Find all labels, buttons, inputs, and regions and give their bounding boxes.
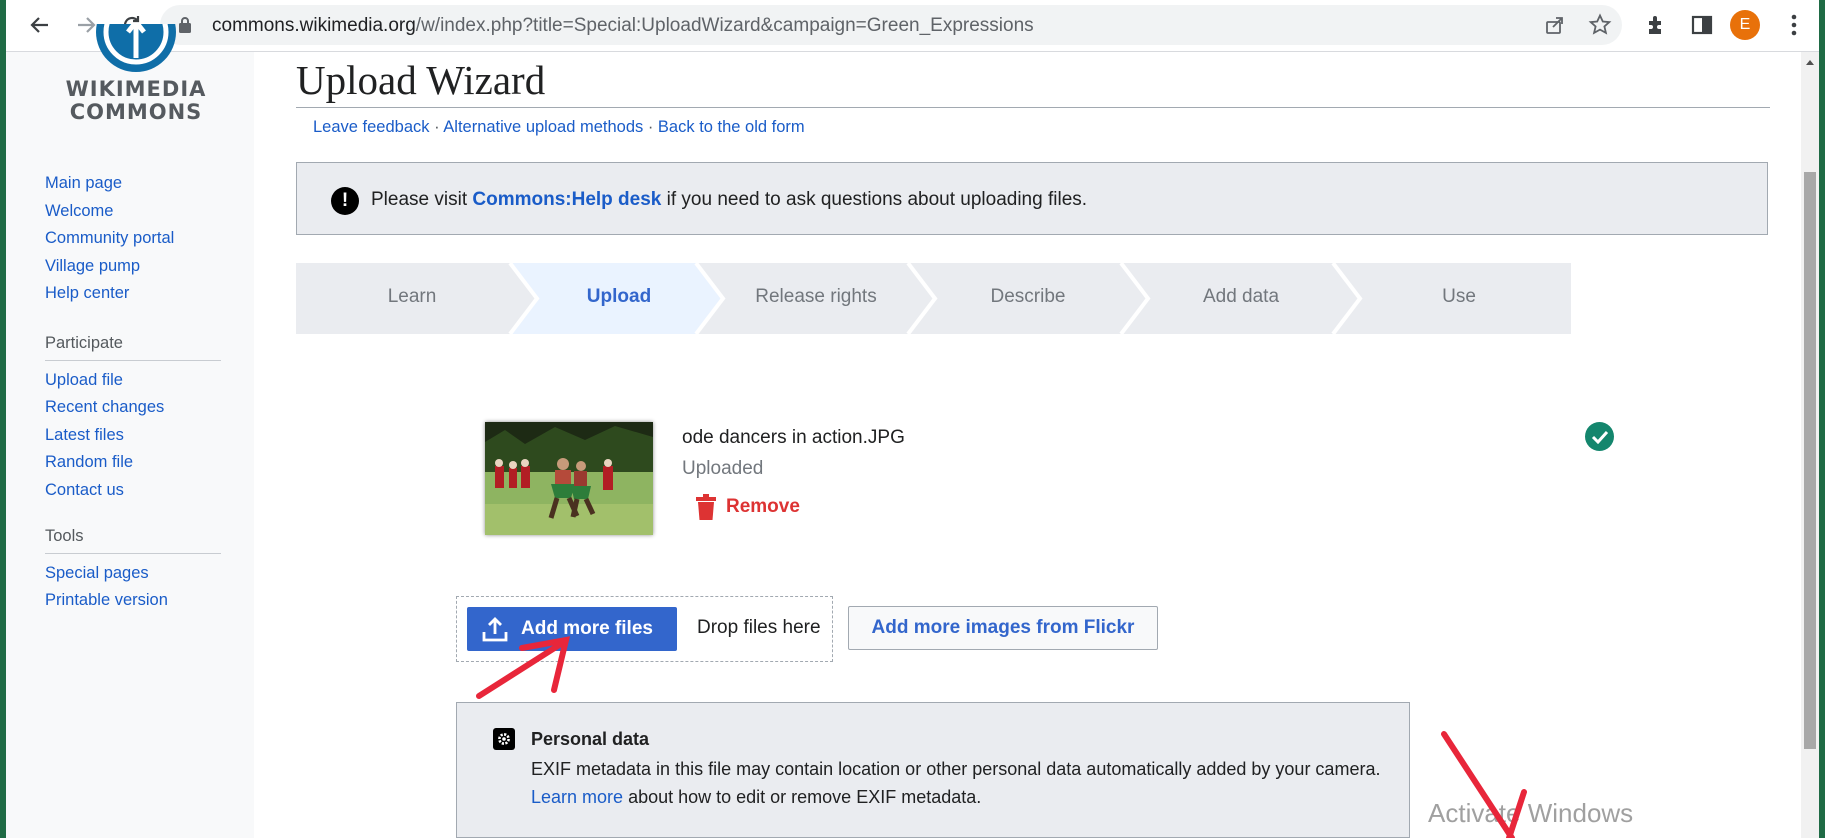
- leave-feedback-link[interactable]: Leave feedback: [313, 118, 430, 136]
- nav-printable-version[interactable]: Printable version: [45, 587, 221, 615]
- logo-wordmark: WIKIMEDIA COMMONS: [56, 78, 216, 124]
- bookmark-star-icon[interactable]: [1588, 13, 1612, 42]
- profile-avatar[interactable]: E: [1730, 10, 1760, 40]
- nav-random-file[interactable]: Random file: [45, 449, 221, 477]
- scroll-up-arrow-icon[interactable]: [1803, 56, 1817, 70]
- nav-participate: Participate Upload file Recent changes L…: [45, 330, 221, 504]
- add-from-flickr-button[interactable]: Add more images from Flickr: [848, 606, 1158, 650]
- link-separator: ·: [429, 118, 444, 136]
- add-more-files-button[interactable]: Add more files: [467, 607, 677, 651]
- help-notice: ! Please visit Commons:Help desk if you …: [296, 162, 1768, 235]
- page: WIKIMEDIA COMMONS Main page Welcome Comm…: [6, 24, 1819, 838]
- browser-window: commons.wikimedia.org/w/index.php?title=…: [6, 0, 1819, 838]
- browser-toolbar: commons.wikimedia.org/w/index.php?title=…: [6, 0, 1819, 52]
- nav-contact-us[interactable]: Contact us: [45, 477, 221, 505]
- help-desk-link[interactable]: Commons:Help desk: [472, 189, 661, 210]
- menu-kebab-icon[interactable]: [1778, 9, 1810, 41]
- nav-special-pages[interactable]: Special pages: [45, 560, 221, 588]
- settings-gear-icon: [493, 728, 515, 750]
- tools-heading: Tools: [45, 527, 84, 545]
- add-more-files-label: Add more files: [521, 618, 653, 639]
- url-text[interactable]: commons.wikimedia.org/w/index.php?title=…: [212, 15, 1034, 37]
- commons-logo-icon: [96, 24, 176, 72]
- top-links: Leave feedback · Alternative upload meth…: [313, 118, 805, 137]
- divider: [45, 552, 221, 554]
- nav-upload-file[interactable]: Upload file: [45, 367, 221, 395]
- exclamation-icon: !: [331, 187, 359, 215]
- nav-community-portal[interactable]: Community portal: [45, 225, 174, 253]
- link-separator: ·: [643, 118, 658, 136]
- step-add-data: Add data: [1202, 286, 1280, 307]
- title-underline: [296, 107, 1770, 108]
- side-panel-icon[interactable]: [1686, 9, 1718, 41]
- notice-text: Please visit Commons:Help desk if you ne…: [371, 189, 1088, 210]
- wikimedia-commons-logo[interactable]: WIKIMEDIA COMMONS: [56, 24, 216, 188]
- step-release-rights: Release rights: [755, 286, 877, 307]
- file-status: Uploaded: [682, 458, 764, 479]
- learn-more-link[interactable]: Learn more: [531, 787, 623, 807]
- upload-icon: [482, 617, 508, 642]
- wizard-steps: Learn Upload Release rights Describe Add…: [296, 263, 1571, 334]
- drop-zone[interactable]: Add more files Drop files here: [456, 596, 833, 662]
- trash-icon: [696, 494, 716, 520]
- logo-line-commons: COMMONS: [69, 100, 203, 124]
- step-learn: Learn: [387, 286, 437, 307]
- extensions-icon[interactable]: [1640, 9, 1672, 41]
- personal-data-text: EXIF metadata in this file may contain l…: [531, 759, 1381, 807]
- old-form-link[interactable]: Back to the old form: [658, 118, 805, 136]
- file-name: ode dancers in action.JPG: [682, 427, 905, 448]
- nav-village-pump[interactable]: Village pump: [45, 253, 174, 281]
- nav-help-center[interactable]: Help center: [45, 280, 174, 308]
- sidebar: WIKIMEDIA COMMONS Main page Welcome Comm…: [6, 24, 255, 838]
- divider: [45, 359, 221, 361]
- step-describe: Describe: [990, 286, 1066, 307]
- upload-success-check-icon: [1585, 422, 1614, 451]
- main-content: Upload Wizard Leave feedback · Alternati…: [254, 52, 1819, 838]
- step-upload: Upload: [586, 286, 652, 307]
- remove-label: Remove: [726, 496, 800, 517]
- nav-tools: Tools Special pages Printable version: [45, 523, 221, 615]
- nav-main: Main page Welcome Community portal Villa…: [45, 170, 174, 308]
- nav-latest-files[interactable]: Latest files: [45, 422, 221, 450]
- nav-main-page[interactable]: Main page: [45, 170, 174, 198]
- personal-data-title: Personal data: [531, 729, 650, 749]
- back-icon[interactable]: [24, 9, 56, 41]
- logo-line-wikimedia: WIKIMEDIA: [65, 77, 207, 101]
- share-icon[interactable]: [1544, 14, 1566, 41]
- drop-files-label: Drop files here: [697, 617, 821, 638]
- step-use: Use: [1442, 286, 1476, 307]
- participate-heading: Participate: [45, 334, 123, 352]
- file-thumbnail: [485, 422, 653, 535]
- nav-recent-changes[interactable]: Recent changes: [45, 394, 221, 422]
- personal-data-notice: Personal data EXIF metadata in this file…: [456, 702, 1410, 838]
- alternative-upload-link[interactable]: Alternative upload methods: [443, 118, 643, 136]
- page-title: Upload Wizard: [296, 57, 546, 103]
- activate-windows-watermark: Activate Windows: [1428, 798, 1634, 828]
- nav-welcome[interactable]: Welcome: [45, 198, 174, 226]
- address-bar[interactable]: commons.wikimedia.org/w/index.php?title=…: [160, 5, 1622, 45]
- remove-button[interactable]: Remove: [696, 492, 800, 522]
- scrollbar-thumb[interactable]: [1804, 172, 1816, 749]
